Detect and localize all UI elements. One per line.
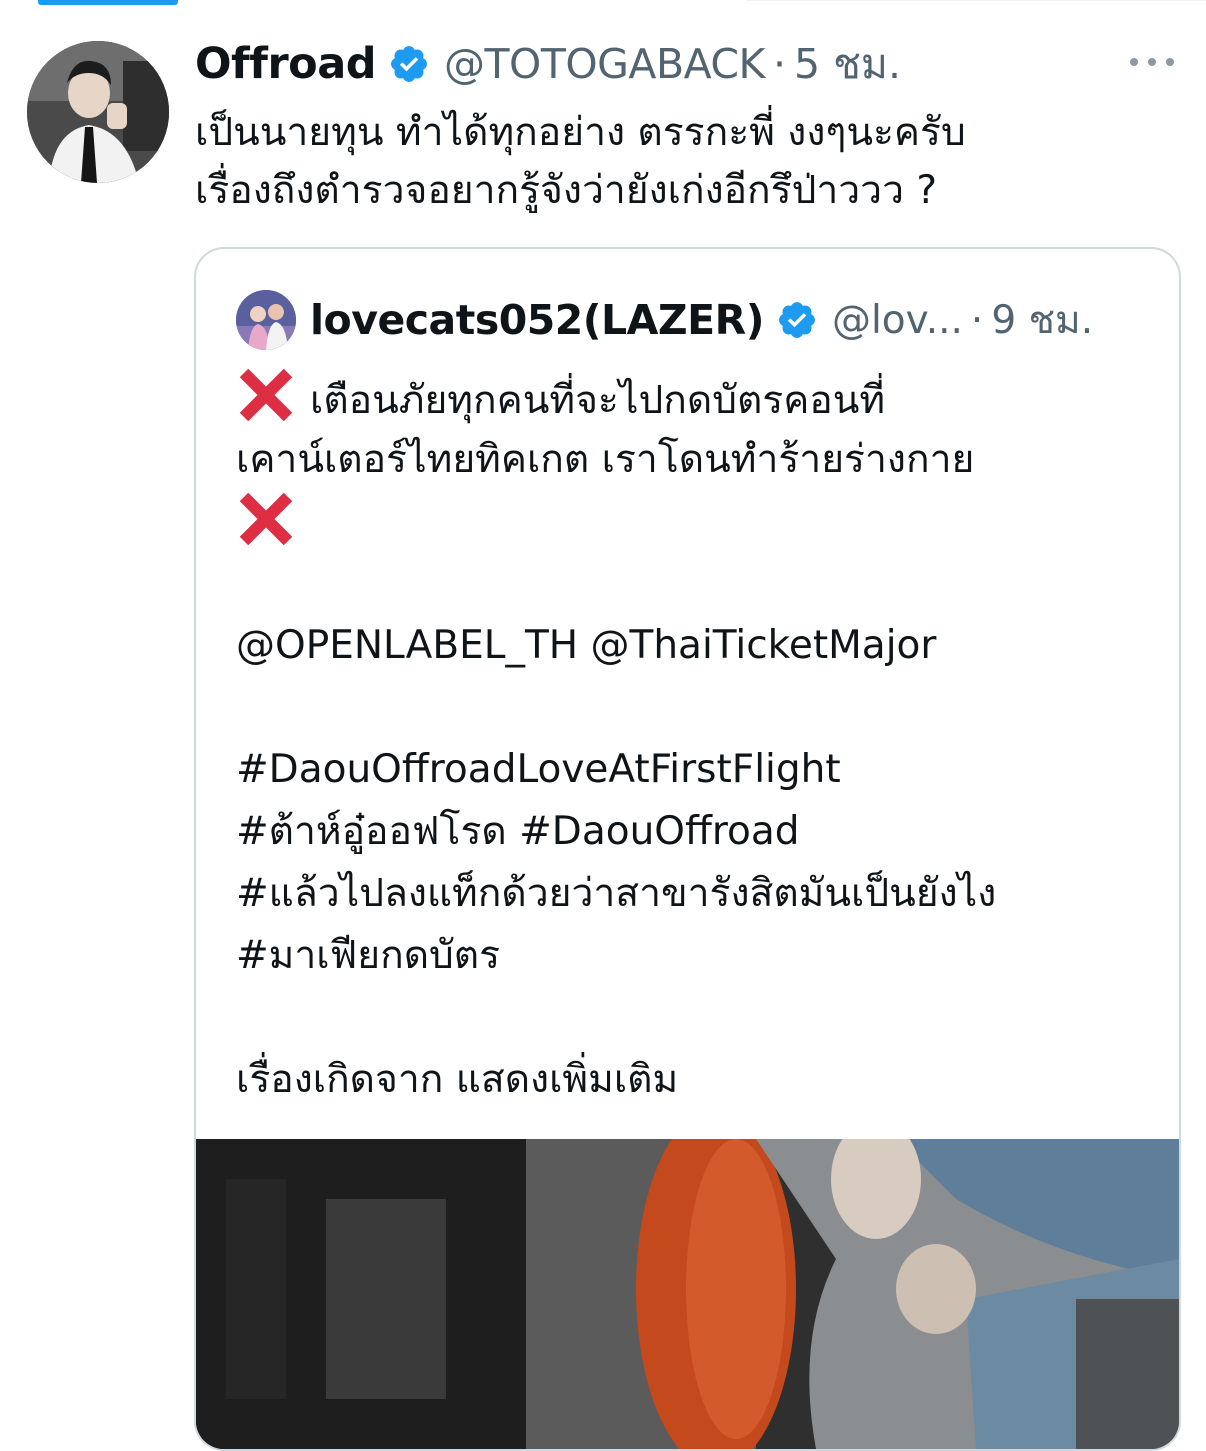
tweet-text: เป็นนายทุน ทำได้ทุกอย่าง ตรรกะพี่ งงๆนะค… bbox=[195, 104, 1155, 220]
top-divider bbox=[746, 0, 1206, 1]
tweet-text-line: เรื่องถึงตำรวจอยากรู้จังว่ายังเก่งอีกรึป… bbox=[195, 168, 938, 213]
hashtag-line: #DaouOffroadLoveAtFirstFlight bbox=[236, 747, 841, 792]
verified-badge-icon bbox=[779, 302, 815, 338]
quoted-timestamp[interactable]: 9 ชม. bbox=[991, 289, 1093, 351]
quoted-tweet-header: lovecats052(LAZER) @lov... · 9 ชม. bbox=[236, 289, 1093, 351]
separator-dot: · bbox=[772, 40, 786, 88]
more-dot bbox=[1148, 58, 1156, 66]
quoted-avatar[interactable] bbox=[236, 290, 296, 350]
hashtag-line: #มาเฟียกดบัตร bbox=[236, 933, 501, 978]
tweet-header: Offroad @TOTOGABACK · 5 ชม. bbox=[195, 36, 901, 92]
hashtag-line: #ต้าห์อู๋ออฟโรด #DaouOffroad bbox=[236, 809, 800, 854]
timestamp[interactable]: 5 ชม. bbox=[794, 32, 901, 97]
red-x-icon bbox=[239, 492, 293, 546]
quoted-text-line: เตือนภัยทุกคนที่จะไปกดบัตรคอนที่ bbox=[236, 367, 1156, 429]
quoted-text-line bbox=[236, 491, 1156, 553]
quoted-tweet[interactable]: lovecats052(LAZER) @lov... · 9 ชม. เตือน… bbox=[194, 247, 1181, 1451]
tweet-text-line: เป็นนายทุน ทำได้ทุกอย่าง ตรรกะพี่ งงๆนะค… bbox=[195, 110, 966, 155]
media-image bbox=[196, 1139, 1179, 1449]
more-dot bbox=[1166, 58, 1174, 66]
more-horizontal-icon[interactable] bbox=[1130, 54, 1174, 70]
quoted-media[interactable] bbox=[196, 1139, 1179, 1449]
verified-badge-icon bbox=[391, 46, 427, 82]
avatar[interactable] bbox=[27, 41, 169, 183]
red-x-icon bbox=[239, 368, 293, 422]
author-name[interactable]: Offroad bbox=[195, 39, 377, 89]
quoted-tweet-text: เตือนภัยทุกคนที่จะไปกดบัตรคอนที่ เคาน์เต… bbox=[236, 367, 1156, 1111]
quoted-text-line: เคาน์เตอร์ไทยทิคเกต เราโดนทำร้ายร่างกาย bbox=[236, 437, 975, 482]
more-dot bbox=[1130, 58, 1138, 66]
separator-dot: · bbox=[970, 297, 984, 343]
quoted-author-name[interactable]: lovecats052(LAZER) bbox=[310, 296, 764, 344]
show-more-line[interactable]: เรื่องเกิดจาก แสดงเพิ่มเติม bbox=[236, 1049, 1156, 1111]
avatar-photo bbox=[27, 41, 169, 183]
mentions-line: @OPENLABEL_TH @ThaiTicketMajor bbox=[236, 623, 937, 668]
top-accent-bar bbox=[38, 0, 178, 5]
quoted-avatar-photo bbox=[236, 290, 296, 350]
quoted-author-handle[interactable]: @lov... bbox=[832, 298, 963, 343]
author-handle[interactable]: @TOTOGABACK bbox=[444, 40, 765, 88]
hashtag-line: #แล้วไปลงแท็กด้วยว่าสาขารังสิตมันเป็นยัง… bbox=[236, 871, 997, 916]
quoted-text: เตือนภัยทุกคนที่จะไปกดบัตรคอนที่ bbox=[310, 378, 886, 423]
